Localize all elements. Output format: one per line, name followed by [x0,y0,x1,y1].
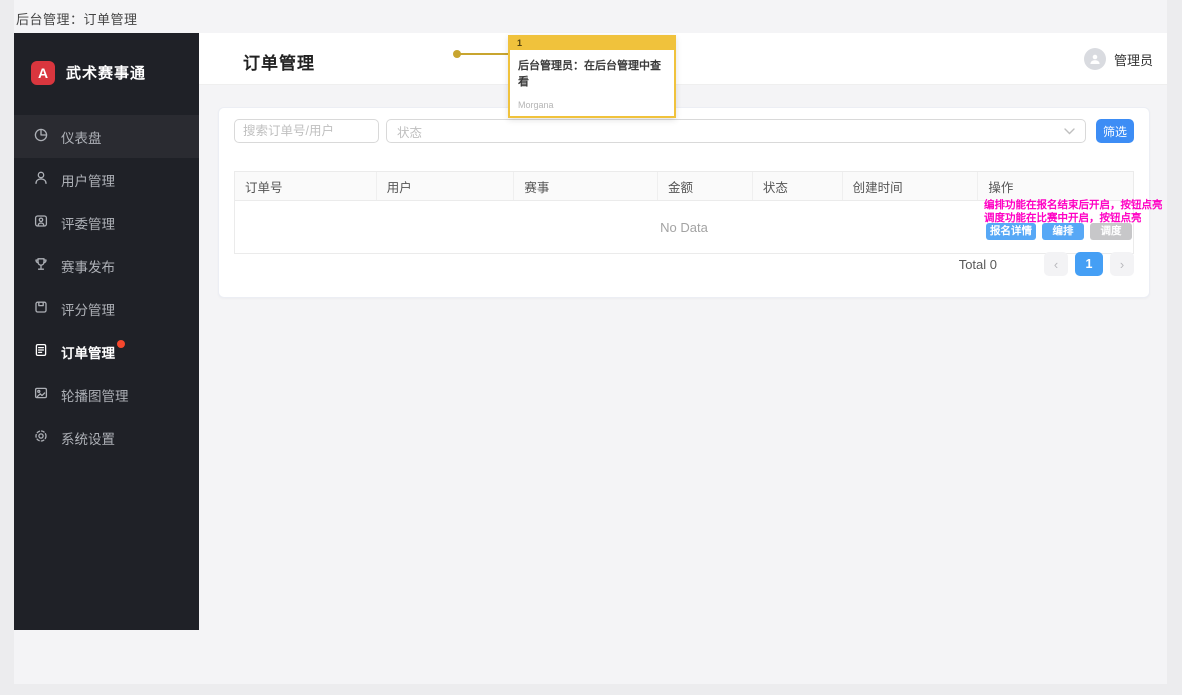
sidebar-item-label: 轮播图管理 [61,385,129,405]
column-header-user: 用户 [377,172,515,200]
total-count: Total 0 [959,257,997,272]
column-header-event: 赛事 [514,172,658,200]
avatar-icon [1084,48,1106,70]
action-buttons: 报名详情 编排 调度 [986,223,1132,240]
score-icon [33,299,49,318]
search-input[interactable] [234,119,379,143]
filter-bar: 状态 筛选 [234,119,1134,143]
main-area: 订单管理 管理员 状态 [199,33,1167,684]
sidebar-item-scoring[interactable]: 评分管理 [14,287,199,330]
column-header-created: 创建时间 [843,172,979,200]
sidebar-item-label: 赛事发布 [61,256,115,276]
user-name: 管理员 [1114,50,1153,69]
filter-button[interactable]: 筛选 [1096,119,1134,143]
judge-icon [33,213,49,232]
carousel-icon [33,385,49,404]
annotation-text: 后台管理员：在后台管理中查看 [510,50,674,89]
brand: A 武术赛事通 [14,33,199,91]
sidebar-item-dashboard[interactable]: 仪表盘 [14,115,199,158]
sidebar-item-carousel[interactable]: 轮播图管理 [14,373,199,416]
order-icon [33,342,49,361]
table-header-row: 订单号 用户 赛事 金额 状态 创建时间 操作 [235,172,1133,201]
screen: 后台管理：订单管理 A 武术赛事通 仪表盘 用户管理 [0,0,1182,695]
page-1-button[interactable]: 1 [1075,252,1103,276]
content: 状态 筛选 订单号 用户 赛事 金额 状态 [199,85,1167,684]
status-select-placeholder: 状态 [397,122,422,141]
dashboard-icon [33,127,49,146]
actions-cell: 编排功能在报名结束后开启，按钮点亮 调度功能在比赛中开启，按钮点亮 报名详情 编… [978,201,1133,254]
sidebar-item-orders[interactable]: 订单管理 [14,330,199,373]
sidebar-item-label: 用户管理 [61,170,115,190]
next-page-button[interactable]: › [1110,252,1134,276]
breadcrumb: 后台管理：订单管理 [16,9,138,28]
page-title: 订单管理 [243,49,315,74]
gear-icon [33,428,49,447]
annotation-connector-line [460,53,508,55]
sidebar-item-users[interactable]: 用户管理 [14,158,199,201]
pagination: Total 0 ‹ 1 › [959,252,1134,276]
trophy-icon [33,256,49,275]
registration-details-button[interactable]: 报名详情 [986,223,1036,240]
main-header: 订单管理 管理员 [199,33,1167,85]
table-row: No Data 编排功能在报名结束后开启，按钮点亮 调度功能在比赛中开启，按钮点… [235,201,1133,254]
sidebar-item-label: 系统设置 [61,428,115,448]
notification-badge [117,340,125,348]
dispatch-button[interactable]: 调度 [1090,223,1132,240]
arrange-button[interactable]: 编排 [1042,223,1084,240]
prev-page-button[interactable]: ‹ [1044,252,1068,276]
annotation-tooltip: 1 后台管理员：在后台管理中查看 Morgana [508,35,676,118]
action-annotation-note: 编排功能在报名结束后开启，按钮点亮 调度功能在比赛中开启，按钮点亮 [984,199,1133,224]
sidebar-item-label: 评委管理 [61,213,115,233]
action-note-line1: 编排功能在报名结束后开启，按钮点亮 [984,199,1133,212]
brand-name: 武术赛事通 [66,62,146,83]
column-header-status: 状态 [753,172,843,200]
sidebar: A 武术赛事通 仪表盘 用户管理 [14,33,199,630]
orders-table: 订单号 用户 赛事 金额 状态 创建时间 操作 No Data [234,171,1134,254]
column-header-actions: 操作 [978,172,1133,200]
column-header-amount: 金额 [658,172,753,200]
sidebar-item-events[interactable]: 赛事发布 [14,244,199,287]
chevron-down-icon [1064,124,1075,138]
status-select[interactable]: 状态 [386,119,1086,143]
annotation-author: Morgana [518,100,554,110]
annotation-index: 1 [510,37,674,50]
sidebar-item-label: 评分管理 [61,299,115,319]
orders-card: 状态 筛选 订单号 用户 赛事 金额 状态 [218,107,1150,298]
sidebar-item-label: 订单管理 [61,342,115,362]
user-menu[interactable]: 管理员 [1084,48,1153,70]
sidebar-item-settings[interactable]: 系统设置 [14,416,199,459]
sidebar-item-judges[interactable]: 评委管理 [14,201,199,244]
app-logo-icon: A [31,61,55,85]
column-header-order-no: 订单号 [235,172,377,200]
user-icon [33,170,49,189]
sidebar-nav: 仪表盘 用户管理 评委管理 [14,115,199,459]
sidebar-item-label: 仪表盘 [61,127,102,147]
